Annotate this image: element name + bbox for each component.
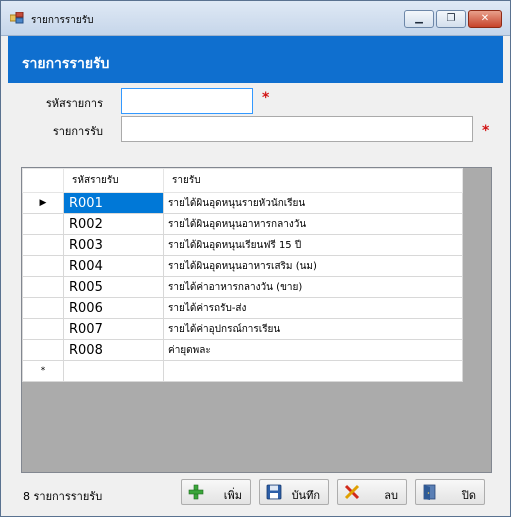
table-row[interactable]: R006 รายได้ค่ารถรับ-ส่ง (22, 297, 463, 319)
table-row[interactable]: R003 รายได้ผินอุดหนุนเรียนฟรี 15 ปี (22, 234, 463, 256)
close-icon: ✕ (480, 13, 490, 24)
row-header[interactable] (22, 255, 64, 277)
main-window: รายการรายรับ ▁ ❐ ✕ รายการรายรับ รหัสรายก… (0, 0, 511, 517)
cell-code[interactable]: R002 (63, 213, 164, 235)
cell-code-new[interactable] (63, 360, 164, 382)
maximize-button[interactable]: ❐ (436, 10, 466, 28)
row-header[interactable] (22, 276, 64, 298)
table-row[interactable]: R007 รายได้ค่าอุปกรณ์การเรียน (22, 318, 463, 340)
current-row-indicator[interactable]: ▶ (22, 192, 64, 214)
floppy-disk-icon (266, 484, 282, 500)
minimize-button[interactable]: ▁ (404, 10, 434, 28)
column-header-code[interactable]: รหัสรายรับ (63, 168, 164, 193)
row-header[interactable] (22, 213, 64, 235)
table-row[interactable]: ▶ R001 รายได้ผินอุดหนุนรายหัวนักเรียน (22, 192, 463, 214)
code-required-mark: * (262, 90, 270, 106)
header-row: รหัสรายรับ รายรับ (22, 168, 463, 193)
row-header-corner[interactable] (22, 168, 64, 193)
form-header: รายการรายรับ (8, 36, 503, 83)
table-row[interactable]: R004 รายได้ผินอุดหนุนอาหารเสริม (นม) (22, 255, 463, 277)
delete-button[interactable]: ลบ (337, 479, 407, 505)
table-row[interactable]: R008 ค่ายุดพละ (22, 339, 463, 361)
close-form-button[interactable]: ปิด (415, 479, 485, 505)
new-row-indicator[interactable]: * (22, 360, 64, 382)
minimize-icon: ▁ (415, 13, 423, 24)
x-icon (344, 484, 360, 500)
maximize-icon: ❐ (446, 13, 456, 24)
cell-code[interactable]: R005 (63, 276, 164, 298)
table-row[interactable]: R005 รายได้ค่าอาหารกลางวัน (ขาย) (22, 276, 463, 298)
cell-name[interactable]: รายได้ค่าอุปกรณ์การเรียน (163, 318, 463, 340)
row-header[interactable] (22, 297, 64, 319)
add-button-label: เพิ่ม (223, 489, 242, 502)
table-row[interactable]: R002 รายได้ผินอุดหนุนอาหารกลางวัน (22, 213, 463, 235)
save-button-label: บันทึก (291, 489, 320, 502)
cell-name[interactable]: รายได้ค่ารถรับ-ส่ง (163, 297, 463, 319)
cell-name[interactable]: ค่ายุดพละ (163, 339, 463, 361)
window-title: รายการรายรับ (31, 15, 94, 26)
name-required-mark: * (482, 123, 490, 139)
cell-name[interactable]: รายได้ผินอุดหนุนรายหัวนักเรียน (163, 192, 463, 214)
record-count-status: 8 รายการรายรับ (23, 490, 103, 503)
cell-code[interactable]: R001 (63, 192, 164, 214)
cell-name[interactable]: รายได้ผินอุดหนุนเรียนฟรี 15 ปี (163, 234, 463, 256)
cell-code[interactable]: R007 (63, 318, 164, 340)
cell-code[interactable]: R006 (63, 297, 164, 319)
name-input[interactable] (121, 116, 473, 142)
title-bar[interactable]: รายการรายรับ ▁ ❐ ✕ (1, 1, 510, 36)
row-header[interactable] (22, 339, 64, 361)
row-header[interactable] (22, 234, 64, 256)
cell-name[interactable]: รายได้ค่าอาหารกลางวัน (ขาย) (163, 276, 463, 298)
code-label: รหัสรายการ (45, 97, 103, 110)
delete-button-label: ลบ (384, 489, 398, 502)
exit-door-icon (423, 484, 436, 500)
close-window-button[interactable]: ✕ (468, 10, 502, 28)
income-grid[interactable]: รหัสรายรับ รายรับ ▶ R001 รายได้ผินอุดหนุ… (21, 167, 492, 473)
plus-icon (188, 484, 204, 500)
row-header[interactable] (22, 318, 64, 340)
cell-code[interactable]: R008 (63, 339, 164, 361)
app-window-icon (10, 12, 24, 24)
header-title: รายการรายรับ (22, 56, 110, 72)
name-label: รายการรับ (52, 125, 103, 138)
add-button[interactable]: เพิ่ม (181, 479, 251, 505)
cell-code[interactable]: R003 (63, 234, 164, 256)
cell-code[interactable]: R004 (63, 255, 164, 277)
income-table: รหัสรายรับ รายรับ ▶ R001 รายได้ผินอุดหนุ… (22, 168, 463, 382)
save-button[interactable]: บันทึก (259, 479, 329, 505)
column-header-name[interactable]: รายรับ (163, 168, 463, 193)
code-input[interactable] (121, 88, 253, 114)
cell-name-new[interactable] (163, 360, 463, 382)
cell-name[interactable]: รายได้ผินอุดหนุนอาหารกลางวัน (163, 213, 463, 235)
new-row[interactable]: * (22, 360, 463, 382)
close-form-button-label: ปิด (461, 489, 476, 502)
cell-name[interactable]: รายได้ผินอุดหนุนอาหารเสริม (นม) (163, 255, 463, 277)
